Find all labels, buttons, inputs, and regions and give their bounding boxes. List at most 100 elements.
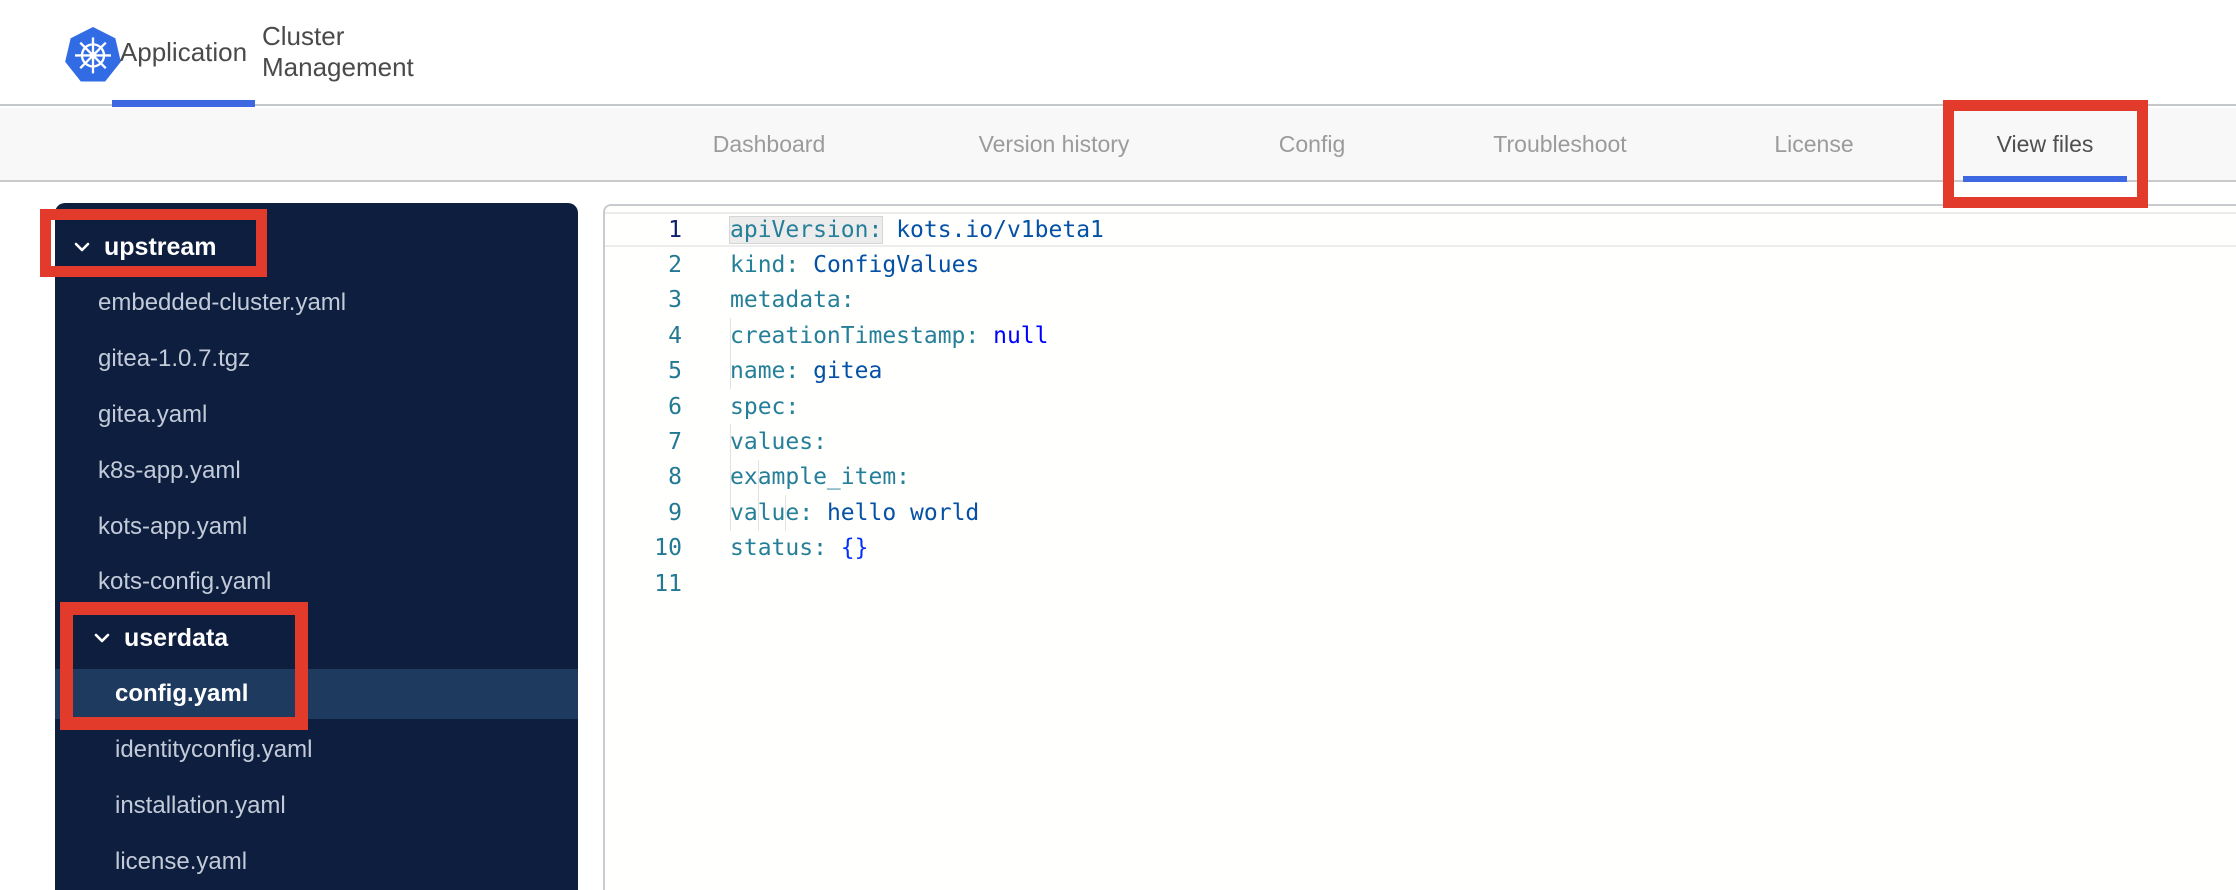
code-token: ConfigValues <box>813 252 980 279</box>
code-content: values: <box>682 424 827 460</box>
code-token: name: <box>730 358 800 385</box>
tree-file-k8s-app-yaml[interactable]: k8s-app.yaml <box>55 446 578 496</box>
tree-folder-userdata[interactable]: userdata <box>55 613 578 663</box>
app-subnav: Dashboard Version history Config Troublesho… <box>0 108 2236 182</box>
code-line-10[interactable]: 10 status: {} <box>605 531 2236 566</box>
subnav-item-troubleshoot[interactable]: Troubleshoot <box>1493 108 1626 180</box>
tree-item-label: identityconfig.yaml <box>115 736 313 764</box>
line-number: 10 <box>654 535 682 562</box>
tree-item-label: gitea-1.0.7.tgz <box>98 344 251 372</box>
tree-item-label: k8s-app.yaml <box>98 456 241 484</box>
tree-item-label: upstream <box>104 232 217 261</box>
code-content: value: hello world <box>682 495 980 531</box>
tree-file-kots-config-yaml[interactable]: kots-config.yaml <box>55 557 578 607</box>
code-content <box>682 566 730 601</box>
tree-file-embedded-cluster-yaml[interactable]: embedded-cluster.yaml <box>55 278 578 328</box>
tree-item-label: kots-app.yaml <box>98 512 248 540</box>
line-number: 6 <box>668 393 682 420</box>
subnav-item-license[interactable]: License <box>1774 108 1853 180</box>
code-line-6[interactable]: 6 spec: <box>605 389 2236 424</box>
tree-item-label: config.yaml <box>115 680 249 708</box>
chevron-down-icon[interactable] <box>92 631 118 645</box>
line-number: 11 <box>654 570 682 597</box>
code-content: name: gitea <box>682 353 883 389</box>
code-content: spec: <box>682 389 799 424</box>
line-number: 4 <box>668 322 682 349</box>
tree-file-gitea-1-0-7-tgz[interactable]: gitea-1.0.7.tgz <box>55 334 578 384</box>
code-line-2[interactable]: 2 kind: ConfigValues <box>605 247 2236 282</box>
code-line-4[interactable]: 4 creationTimestamp: null <box>605 318 2236 354</box>
code-token: metadata: <box>730 287 855 314</box>
code-content: status: {} <box>682 531 869 566</box>
indent-guide <box>730 424 731 460</box>
code-token: hello world <box>826 499 980 526</box>
tree-file-license-yaml[interactable]: license.yaml <box>55 837 578 887</box>
tree-item-label: embedded-cluster.yaml <box>98 288 347 316</box>
code-token: gitea <box>813 358 883 385</box>
tree-item-label: license.yaml <box>115 847 248 875</box>
yaml-editor[interactable]: 1 apiVersion: kots.io/v1beta1 2 kind: Confi… <box>603 204 2236 890</box>
line-number: 8 <box>668 464 682 491</box>
line-number: 7 <box>668 429 682 456</box>
line-number: 3 <box>668 287 682 314</box>
indent-guide <box>757 459 759 496</box>
indent-guide <box>730 495 731 531</box>
code-token: kind: <box>730 252 800 279</box>
subnav-item-version-history[interactable]: Version history <box>979 108 1130 180</box>
code-content: metadata: <box>682 283 855 318</box>
code-token: {} <box>840 535 869 562</box>
code-content: creationTimestamp: null <box>682 318 1049 354</box>
code-content: example_item: <box>682 459 910 496</box>
tree-item-label: kots-config.yaml <box>98 568 272 596</box>
tree-file-gitea-yaml[interactable]: gitea.yaml <box>55 390 578 440</box>
code-line-9[interactable]: 9 value: hello world <box>605 495 2236 531</box>
code-token: creationTimestamp: <box>730 322 980 349</box>
code-line-8[interactable]: 8 example_item: <box>605 459 2236 496</box>
tree-item-label: gitea.yaml <box>98 400 208 428</box>
tree-item-label: userdata <box>124 623 229 652</box>
active-tab-underline <box>112 100 255 107</box>
code-line-1[interactable]: 1 apiVersion: kots.io/v1beta1 <box>605 212 2236 248</box>
code-content: apiVersion: kots.io/v1beta1 <box>682 214 1104 245</box>
code-token: kots.io/v1beta1 <box>896 216 1104 243</box>
line-number: 5 <box>668 358 682 385</box>
subnav-item-view-files[interactable]: View files <box>1997 108 2094 180</box>
indent-guide <box>785 495 787 531</box>
code-line-5[interactable]: 5 name: gitea <box>605 353 2236 389</box>
code-token: spec: <box>730 393 800 420</box>
indent-guide <box>730 318 731 354</box>
code-token: status: <box>730 535 827 562</box>
tree-item-label: installation.yaml <box>115 792 286 819</box>
subnav-item-dashboard[interactable]: Dashboard <box>713 108 826 180</box>
subnav-item-config[interactable]: Config <box>1279 108 1345 180</box>
tree-file-kots-app-yaml[interactable]: kots-app.yaml <box>55 502 578 552</box>
chevron-down-icon[interactable] <box>72 240 98 254</box>
line-number: 2 <box>668 252 682 279</box>
code-line-3[interactable]: 3 metadata: <box>605 283 2236 318</box>
indent-guide <box>730 459 731 496</box>
highlighted-token: apiVersion: <box>730 216 883 243</box>
code-content: kind: ConfigValues <box>682 247 979 282</box>
code-line-11[interactable]: 11 <box>605 566 2236 601</box>
code-token: value: <box>730 499 814 526</box>
tree-file-identityconfig-yaml[interactable]: identityconfig.yaml <box>55 725 578 775</box>
tree-file-config-yaml[interactable]: config.yaml <box>55 669 578 720</box>
indent-guide <box>757 495 759 531</box>
code-line-7[interactable]: 7 values: <box>605 424 2236 460</box>
tree-file-installation-yaml[interactable]: installation.yaml <box>55 781 578 831</box>
file-tree-sidebar: upstream embedded-cluster.yaml gitea-1.0.7… <box>55 203 578 890</box>
line-number: 9 <box>668 499 682 526</box>
app-header: Application Cluster Management <box>0 0 2236 107</box>
tree-folder-upstream[interactable]: upstream <box>55 222 578 272</box>
tab-cluster-management[interactable]: Cluster Management <box>262 0 477 104</box>
code-token: values: <box>730 429 827 456</box>
tab-application[interactable]: Application <box>112 0 255 104</box>
line-number: 1 <box>668 216 682 243</box>
code-token: null <box>993 322 1049 349</box>
